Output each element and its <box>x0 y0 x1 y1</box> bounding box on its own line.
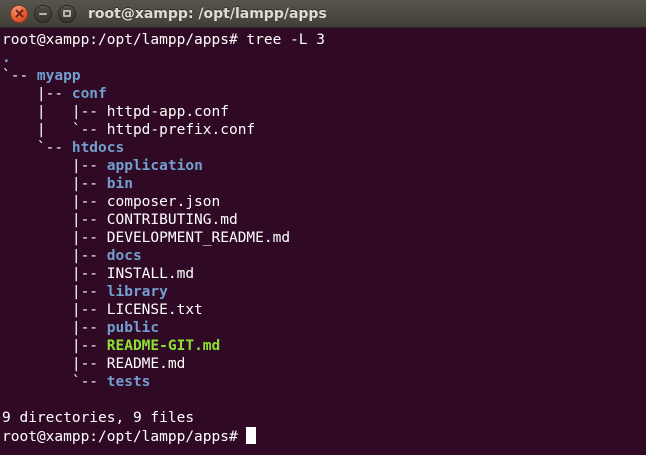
terminal-line: |-- conf <box>2 85 646 103</box>
terminal-text: 9 directories, 9 files <box>2 410 194 426</box>
terminal-line: |-- README.md <box>2 355 646 373</box>
terminal-text: `-- <box>2 140 72 156</box>
terminal-cursor <box>246 427 256 444</box>
terminal-line: |-- LICENSE.txt <box>2 301 646 319</box>
maximize-button[interactable] <box>58 5 76 23</box>
terminal-line: | |-- httpd-app.conf <box>2 103 646 121</box>
terminal-text: root@xampp:/opt/lampp/apps# tree -L 3 <box>2 32 325 48</box>
terminal-line: |-- application <box>2 157 646 175</box>
terminal-text: application <box>107 158 203 174</box>
terminal-text: | |-- httpd-app.conf <box>2 104 229 120</box>
maximize-icon <box>63 10 71 17</box>
terminal-text: |-- INSTALL.md <box>2 266 194 282</box>
terminal-line: |-- bin <box>2 175 646 193</box>
terminal-text: `-- <box>2 68 37 84</box>
terminal-line: 9 directories, 9 files <box>2 409 646 427</box>
terminal-text: public <box>107 320 159 336</box>
terminal-line: |-- DEVELOPMENT_README.md <box>2 229 646 247</box>
terminal-text: bin <box>107 176 133 192</box>
terminal-line: |-- public <box>2 319 646 337</box>
terminal-text: |-- README.md <box>2 356 185 372</box>
terminal-text: | `-- httpd-prefix.conf <box>2 122 255 138</box>
terminal-text: root@xampp:/opt/lampp/apps# <box>2 429 246 445</box>
terminal-line: |-- INSTALL.md <box>2 265 646 283</box>
terminal-window: root@xampp: /opt/lampp/apps root@xampp:/… <box>0 0 646 455</box>
terminal-text: |-- <box>2 86 72 102</box>
terminal-text: htdocs <box>72 140 124 156</box>
terminal-text: `-- <box>2 374 107 390</box>
titlebar[interactable]: root@xampp: /opt/lampp/apps <box>0 0 646 28</box>
terminal-line: |-- CONTRIBUTING.md <box>2 211 646 229</box>
terminal-text: |-- <box>2 248 107 264</box>
terminal-text: |-- LICENSE.txt <box>2 302 203 318</box>
terminal-output[interactable]: root@xampp:/opt/lampp/apps# tree -L 3.`-… <box>0 28 646 455</box>
terminal-text: |-- DEVELOPMENT_README.md <box>2 230 290 246</box>
terminal-text: |-- CONTRIBUTING.md <box>2 212 238 228</box>
minimize-icon <box>39 13 47 15</box>
terminal-text: README-GIT.md <box>107 338 221 354</box>
terminal-text: . <box>2 50 11 66</box>
terminal-line <box>2 391 646 409</box>
terminal-line: |-- library <box>2 283 646 301</box>
terminal-line: root@xampp:/opt/lampp/apps# <box>2 427 646 445</box>
terminal-line: |-- composer.json <box>2 193 646 211</box>
terminal-text: myapp <box>37 68 81 84</box>
terminal-text: library <box>107 284 168 300</box>
terminal-line: |-- docs <box>2 247 646 265</box>
close-button[interactable] <box>10 5 28 23</box>
terminal-line: `-- myapp <box>2 67 646 85</box>
close-icon <box>15 9 24 18</box>
terminal-text: tests <box>107 374 151 390</box>
terminal-text: |-- <box>2 338 107 354</box>
minimize-button[interactable] <box>34 5 52 23</box>
terminal-text: |-- <box>2 284 107 300</box>
terminal-line: root@xampp:/opt/lampp/apps# tree -L 3 <box>2 31 646 49</box>
terminal-text: |-- <box>2 320 107 336</box>
terminal-text: |-- composer.json <box>2 194 220 210</box>
terminal-line: `-- tests <box>2 373 646 391</box>
terminal-text: conf <box>72 86 107 102</box>
terminal-line: `-- htdocs <box>2 139 646 157</box>
window-title: root@xampp: /opt/lampp/apps <box>88 6 327 22</box>
terminal-line: . <box>2 49 646 67</box>
terminal-text: docs <box>107 248 142 264</box>
terminal-line: | `-- httpd-prefix.conf <box>2 121 646 139</box>
terminal-text: |-- <box>2 158 107 174</box>
terminal-line: |-- README-GIT.md <box>2 337 646 355</box>
terminal-text: |-- <box>2 176 107 192</box>
